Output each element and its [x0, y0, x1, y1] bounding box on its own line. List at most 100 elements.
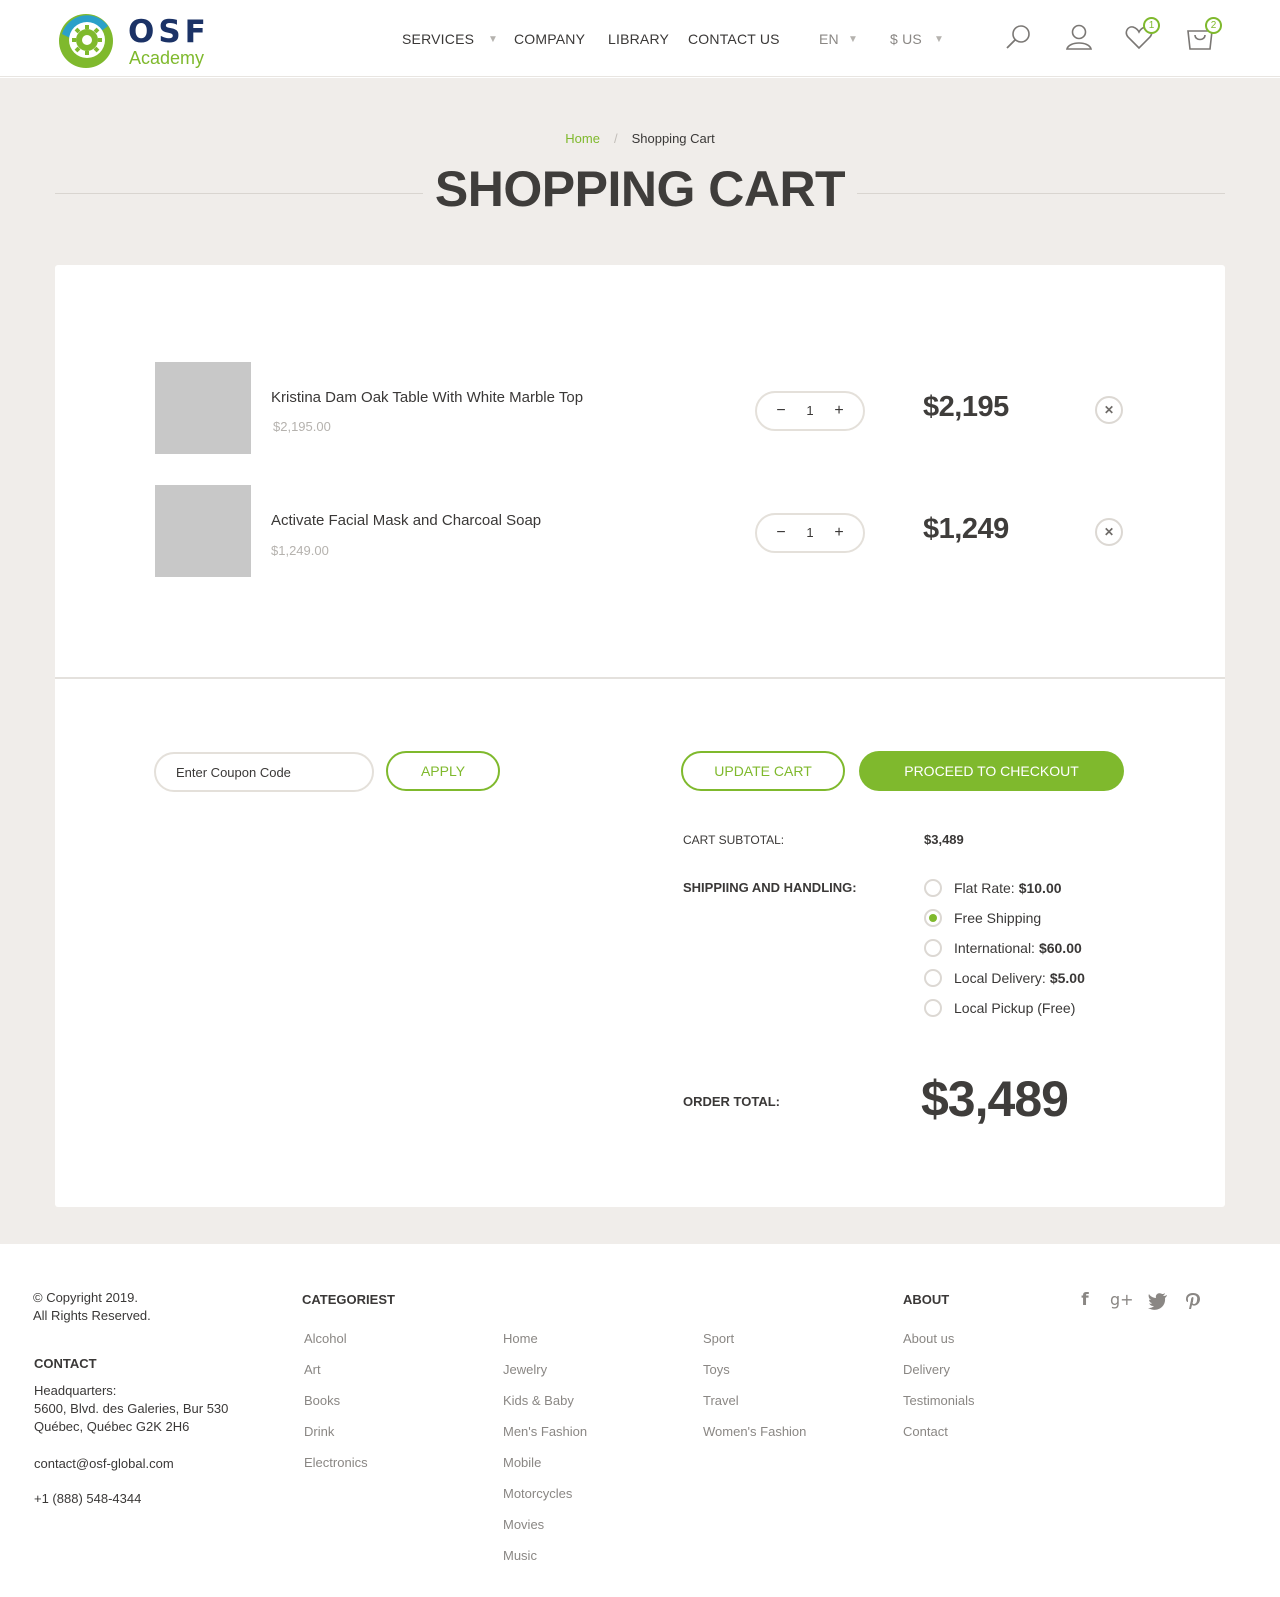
- quantity-value[interactable]: 1: [797, 525, 823, 540]
- footer-category-link[interactable]: Mobile: [503, 1455, 541, 1470]
- footer-category-link[interactable]: Alcohol: [304, 1331, 347, 1346]
- nav-contact-us[interactable]: CONTACT US: [688, 31, 780, 47]
- radio-button[interactable]: [924, 999, 942, 1017]
- breadcrumb-separator: /: [613, 131, 618, 146]
- address-line: 5600, Blvd. des Galeries, Bur 530: [34, 1401, 229, 1416]
- currency-select[interactable]: $ US: [890, 31, 922, 47]
- quantity-stepper: − 1 +: [755, 513, 865, 553]
- product-unit-price: $1,249.00: [271, 543, 329, 558]
- footer-category-link[interactable]: Home: [503, 1331, 538, 1346]
- line-total: $2,195: [923, 391, 1009, 423]
- product-name[interactable]: Activate Facial Mask and Charcoal Soap: [271, 512, 541, 529]
- footer-category-link[interactable]: Kids & Baby: [503, 1393, 574, 1408]
- contact-phone[interactable]: +1 (888) 548-4344: [34, 1490, 141, 1508]
- radio-button[interactable]: [924, 939, 942, 957]
- page-title: SHOPPING CART: [434, 161, 846, 217]
- product-thumbnail[interactable]: [155, 485, 251, 577]
- shipping-option-label: Local Delivery:: [954, 970, 1046, 986]
- contact-heading: CONTACT: [34, 1356, 97, 1371]
- increase-quantity-button[interactable]: +: [829, 523, 849, 543]
- shipping-option-flat-rate[interactable]: Flat Rate: $10.00: [924, 877, 1062, 899]
- shipping-option-local-pickup[interactable]: Local Pickup (Free): [924, 997, 1075, 1019]
- breadcrumb: Home / Shopping Cart: [0, 131, 1280, 146]
- footer-category-link[interactable]: Men's Fashion: [503, 1424, 587, 1439]
- footer-about-link[interactable]: About us: [903, 1331, 954, 1346]
- user-icon[interactable]: [1064, 22, 1094, 52]
- order-total-value: $3,489: [921, 1071, 1069, 1127]
- shipping-option-international[interactable]: International: $60.00: [924, 937, 1082, 959]
- footer-category-link[interactable]: Drink: [304, 1424, 334, 1439]
- radio-button[interactable]: [924, 969, 942, 987]
- twitter-icon[interactable]: [1147, 1290, 1169, 1312]
- chevron-down-icon[interactable]: ▼: [848, 34, 858, 45]
- contact-email[interactable]: contact@osf-global.com: [34, 1455, 174, 1473]
- apply-coupon-button[interactable]: APPLY: [386, 751, 500, 791]
- shipping-option-price: $5.00: [1049, 970, 1085, 986]
- copyright-text: © Copyright 2019.: [33, 1290, 138, 1305]
- nav-company[interactable]: COMPANY: [514, 31, 585, 47]
- footer-category-link[interactable]: Art: [304, 1362, 321, 1377]
- about-heading: ABOUT: [903, 1292, 950, 1307]
- footer-category-link[interactable]: Jewelry: [503, 1362, 547, 1377]
- shipping-option-free[interactable]: Free Shipping: [924, 907, 1041, 929]
- logo-icon: [59, 14, 113, 68]
- remove-item-button[interactable]: ✕: [1095, 396, 1123, 424]
- footer-category-link[interactable]: Women's Fashion: [703, 1424, 806, 1439]
- order-total-label: ORDER TOTAL:: [683, 1094, 781, 1109]
- pinterest-icon[interactable]: [1182, 1290, 1204, 1312]
- language-select[interactable]: EN: [819, 31, 839, 47]
- product-thumbnail[interactable]: [155, 362, 251, 454]
- site-logo[interactable]: OSF Academy: [56, 12, 216, 70]
- product-name[interactable]: Kristina Dam Oak Table With White Marble…: [271, 389, 583, 406]
- cart-divider: [55, 677, 1225, 679]
- quantity-stepper: − 1 +: [755, 391, 865, 431]
- footer-category-link[interactable]: Electronics: [304, 1455, 368, 1470]
- cart-subtotal-label: CART SUBTOTAL:: [683, 833, 785, 847]
- copyright-text: All Rights Reserved.: [33, 1308, 151, 1323]
- chevron-down-icon[interactable]: ▼: [934, 34, 944, 45]
- google-plus-icon[interactable]: g+: [1110, 1290, 1134, 1312]
- remove-item-button[interactable]: ✕: [1095, 518, 1123, 546]
- shipping-option-label: Flat Rate:: [954, 880, 1015, 896]
- breadcrumb-home[interactable]: Home: [565, 131, 600, 146]
- address-line: Québec, Québec G2K 2H6: [34, 1419, 190, 1434]
- product-unit-price: $2,195.00: [273, 419, 331, 434]
- footer-about-link[interactable]: Delivery: [903, 1362, 950, 1377]
- footer-category-link[interactable]: Motorcycles: [503, 1486, 572, 1501]
- shipping-option-price: $10.00: [1018, 880, 1062, 896]
- nav-services[interactable]: SERVICES: [402, 31, 474, 47]
- radio-button[interactable]: [924, 909, 942, 927]
- footer-about-link[interactable]: Testimonials: [903, 1393, 975, 1408]
- shipping-option-price: $60.00: [1038, 940, 1082, 956]
- footer-category-link[interactable]: Travel: [703, 1393, 739, 1408]
- breadcrumb-current: Shopping Cart: [631, 131, 715, 146]
- shipping-option-local-delivery[interactable]: Local Delivery: $5.00: [924, 967, 1085, 989]
- wishlist-count-badge: 1: [1143, 17, 1160, 34]
- update-cart-button[interactable]: UPDATE CART: [681, 751, 845, 791]
- proceed-to-checkout-button[interactable]: PROCEED TO CHECKOUT: [859, 751, 1124, 791]
- facebook-icon[interactable]: f: [1074, 1290, 1096, 1312]
- radio-button[interactable]: [924, 879, 942, 897]
- coupon-code-input[interactable]: [154, 752, 374, 792]
- footer-category-link[interactable]: Books: [304, 1393, 340, 1408]
- footer-about-link[interactable]: Contact: [903, 1424, 948, 1439]
- shipping-option-label: Local Pickup (Free): [954, 1000, 1076, 1016]
- logo-tagline: Academy: [129, 48, 205, 68]
- shipping-label: SHIPPIING AND HANDLING:: [683, 880, 857, 895]
- footer-category-link[interactable]: Sport: [703, 1331, 734, 1346]
- nav-library[interactable]: LIBRARY: [608, 31, 669, 47]
- decrease-quantity-button[interactable]: −: [771, 401, 791, 421]
- quantity-value[interactable]: 1: [797, 403, 823, 418]
- cart-subtotal-value: $3,489: [924, 832, 964, 847]
- categories-heading: CATEGORIEST: [302, 1292, 395, 1307]
- footer-category-link[interactable]: Toys: [703, 1362, 730, 1377]
- footer-category-link[interactable]: Music: [503, 1548, 537, 1563]
- cart-count-badge: 2: [1205, 17, 1222, 34]
- hq-label: Headquarters:: [34, 1383, 117, 1398]
- logo-name: OSF: [128, 14, 210, 50]
- increase-quantity-button[interactable]: +: [829, 401, 849, 421]
- search-icon[interactable]: [1004, 22, 1034, 52]
- footer-category-link[interactable]: Movies: [503, 1517, 544, 1532]
- chevron-down-icon[interactable]: ▼: [488, 34, 498, 45]
- decrease-quantity-button[interactable]: −: [771, 523, 791, 543]
